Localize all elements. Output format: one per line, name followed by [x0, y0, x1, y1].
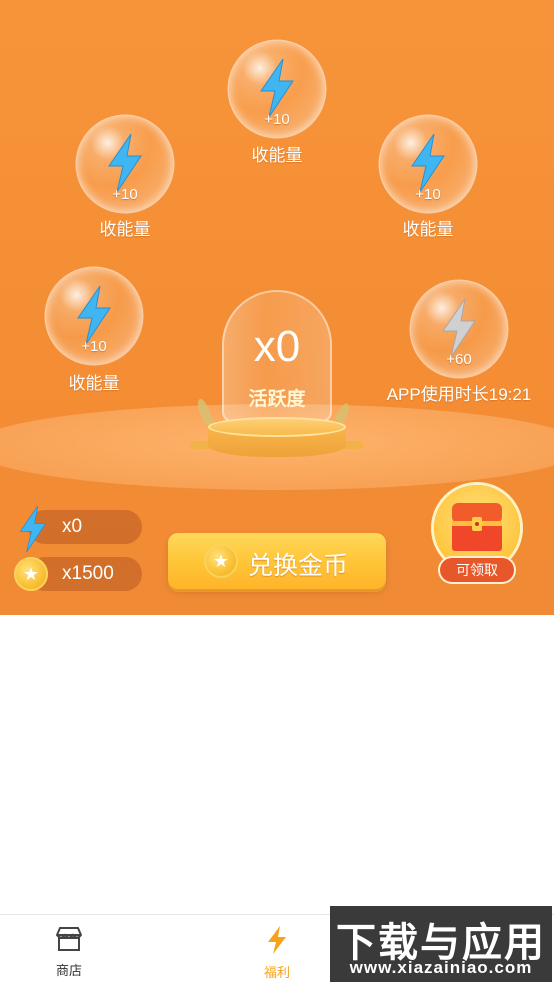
treasure-chest-icon — [452, 503, 502, 551]
bubble-amount: +10 — [264, 111, 290, 128]
lightning-icon — [260, 58, 294, 118]
bubble-amount: +10 — [81, 338, 107, 355]
claimable-badge: 可领取 — [440, 558, 514, 582]
energy-hero: +10 收能量 +10 收能量 +10 收能量 +10 收能量 +60 APP使… — [0, 0, 554, 615]
bubble-amount: +10 — [415, 186, 441, 203]
coin-icon: ★ — [14, 557, 48, 591]
bubble-amount: +10 — [112, 186, 138, 203]
lightning-icon — [19, 505, 47, 553]
exchange-label: 兑换金币 — [248, 552, 349, 580]
bubble-label: 收能量 — [99, 220, 151, 239]
lightning-gray-icon — [442, 298, 476, 358]
usage-time-label: APP使用时长19:21 — [386, 385, 532, 404]
jar-base-top — [208, 417, 346, 437]
watermark-url: www.xiazainiao.com — [349, 958, 533, 977]
energy-balance-value: x0 — [62, 516, 83, 537]
energy-bubble[interactable]: +10 — [229, 41, 325, 137]
energy-bubble[interactable]: +10 — [380, 116, 476, 212]
store-icon — [56, 927, 82, 951]
lightning-icon — [108, 133, 142, 193]
activity-count: x0 — [253, 322, 301, 371]
bubble-label: 收能量 — [68, 374, 120, 393]
lightning-icon — [411, 133, 445, 193]
exchange-coins-button[interactable]: ★ 兑换金币 — [168, 533, 386, 589]
bubble-label: 收能量 — [251, 146, 303, 165]
tab-store[interactable]: 商店 — [24, 925, 114, 979]
energy-bubble[interactable]: +10 — [77, 116, 173, 212]
tab-welfare[interactable]: 福利 — [232, 925, 322, 981]
coin-icon: ★ — [204, 544, 238, 578]
energy-bubble[interactable]: +10 — [46, 268, 142, 364]
watermark: 下载与应用 www.xiazainiao.com — [330, 906, 552, 982]
tab-welfare-label: 福利 — [263, 965, 290, 980]
energy-bubble[interactable]: +60 — [411, 281, 507, 377]
lightning-icon — [77, 285, 111, 345]
bubble-label: 收能量 — [402, 220, 454, 239]
tab-store-label: 商店 — [55, 963, 82, 978]
coin-balance-value: x1500 — [62, 563, 114, 584]
lightning-icon — [268, 926, 286, 954]
activity-label: 活跃度 — [248, 389, 306, 410]
bubble-amount: +60 — [446, 351, 472, 368]
treasure-chest-button[interactable]: 可领取 — [432, 485, 522, 585]
